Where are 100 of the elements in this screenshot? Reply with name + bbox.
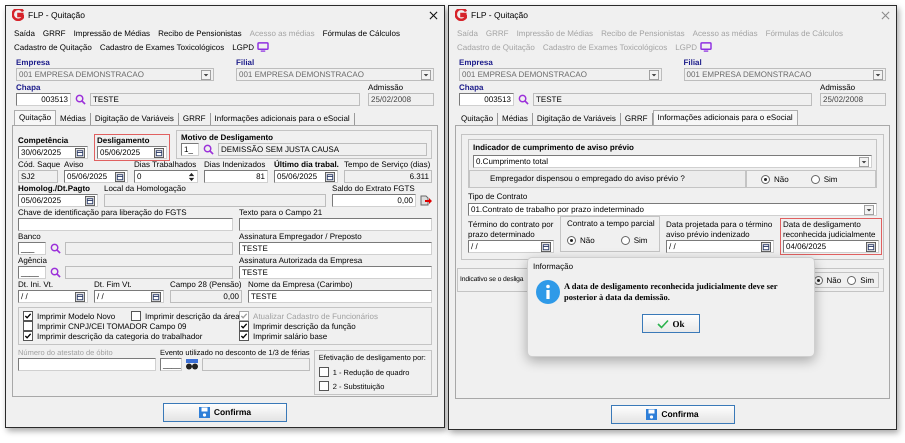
ok-button[interactable]: Ok xyxy=(642,314,700,333)
monitor-icon[interactable] xyxy=(256,42,269,52)
search-icon[interactable] xyxy=(203,144,214,155)
text-field[interactable] xyxy=(18,218,233,231)
radio-button[interactable] xyxy=(761,174,770,184)
text-field[interactable]: 0,00 xyxy=(332,194,416,207)
monitor-icon[interactable] xyxy=(700,42,712,52)
radio-button[interactable] xyxy=(620,236,630,244)
tab[interactable]: Informações adicionais para o eSocial xyxy=(652,110,798,125)
text-field[interactable]: SJ2 xyxy=(18,170,58,183)
text-field[interactable] xyxy=(65,242,233,255)
tab[interactable]: Médias xyxy=(56,113,91,125)
search-icon[interactable] xyxy=(50,267,61,278)
spin-field[interactable]: 0 xyxy=(134,170,198,183)
text-field[interactable] xyxy=(65,266,233,279)
text-field[interactable]: 003513 xyxy=(459,93,514,106)
confirm-button[interactable]: Confirma xyxy=(163,402,287,422)
spinner-arrows-icon[interactable] xyxy=(188,172,195,182)
checkbox[interactable] xyxy=(239,331,249,341)
search-icon[interactable] xyxy=(75,94,86,105)
check-icon xyxy=(657,318,670,328)
text-field[interactable] xyxy=(104,194,326,207)
dropdown[interactable]: 01.Contrato de trabalho por prazo indeterminado xyxy=(468,203,877,216)
calendar-icon[interactable] xyxy=(151,292,161,302)
radio-button[interactable] xyxy=(847,276,856,284)
date-field[interactable]: 05/06/2025 xyxy=(18,194,98,207)
dropdown[interactable]: 001 EMPRESA DEMONSTRACAO xyxy=(459,68,662,81)
text-field[interactable] xyxy=(202,358,310,371)
checkbox[interactable] xyxy=(131,311,141,321)
tab[interactable]: Digitação de Variáveis xyxy=(90,113,179,125)
close-icon[interactable] xyxy=(429,10,438,20)
tab[interactable]: Informações adicionais para o eSocial xyxy=(210,113,355,125)
menu-item[interactable]: Recibo de Pensionistas xyxy=(158,28,242,38)
calendar-icon[interactable] xyxy=(85,196,95,206)
text-field[interactable]: 6.311 xyxy=(344,170,432,183)
radio-button[interactable] xyxy=(567,236,576,244)
confirm-button[interactable]: Confirma xyxy=(610,404,734,424)
text-field[interactable]: 25/02/2008 xyxy=(820,93,886,106)
dropdown[interactable]: 001 EMPRESA DEMONSTRACAO xyxy=(16,68,214,81)
text-field[interactable] xyxy=(239,218,432,231)
calendar-icon[interactable] xyxy=(541,242,551,252)
menu-item[interactable]: Impressão de Médias xyxy=(74,28,150,38)
checkbox[interactable] xyxy=(23,311,33,321)
text-field[interactable]: ____ xyxy=(18,266,46,279)
tab[interactable]: Digitação de Variáveis xyxy=(532,113,621,125)
date-field[interactable]: 05/06/2025 xyxy=(97,146,167,159)
menu-item[interactable]: Cadastro de Quitação xyxy=(14,42,92,52)
calendar-icon[interactable] xyxy=(154,148,164,158)
text-field[interactable]: TESTE xyxy=(248,290,432,303)
text-field[interactable]: 25/02/2008 xyxy=(368,93,434,106)
binoculars-icon[interactable] xyxy=(186,359,198,370)
calendar-icon[interactable] xyxy=(75,292,85,302)
field-label: Assinatura Autorizada da Empresa xyxy=(239,256,364,266)
tab[interactable]: Médias xyxy=(498,113,533,125)
tab[interactable]: Quitação xyxy=(457,113,498,125)
text-field[interactable]: TESTE xyxy=(239,242,432,255)
text-field[interactable]: TESTE xyxy=(239,266,432,279)
menu-item[interactable]: GRRF xyxy=(42,28,66,38)
menu-item[interactable]: Fórmulas de Cálculos xyxy=(322,28,400,38)
dropdown[interactable]: 001 EMPRESA DEMONSTRACAO xyxy=(684,68,886,81)
calendar-icon[interactable] xyxy=(866,242,876,252)
text-field[interactable]: ___ xyxy=(18,242,46,255)
text-field[interactable]: TESTE xyxy=(90,93,360,106)
calendar-icon[interactable] xyxy=(325,172,335,182)
calendar-icon[interactable] xyxy=(115,172,125,182)
dropdown[interactable]: 001 EMPRESA DEMONSTRACAO xyxy=(236,68,434,81)
calendar-icon[interactable] xyxy=(75,148,85,158)
dropdown[interactable]: 0.Cumprimento total xyxy=(473,155,872,168)
search-icon[interactable] xyxy=(50,243,61,254)
menu-item[interactable]: Saída xyxy=(14,28,35,38)
checkbox[interactable] xyxy=(318,381,329,391)
export-icon[interactable] xyxy=(420,195,432,206)
menu-item[interactable]: Cadastro de Exames Toxicológicos xyxy=(100,42,224,52)
date-field[interactable]: / / xyxy=(468,240,554,253)
date-field[interactable]: 30/06/2025 xyxy=(18,146,88,159)
checkbox[interactable] xyxy=(23,321,33,331)
text-field[interactable]: 81 xyxy=(204,170,268,183)
text-field[interactable]: DEMISSÃO SEM JUSTA CAUSA xyxy=(218,143,427,156)
calendar-icon[interactable] xyxy=(761,242,771,252)
text-field[interactable]: ____ xyxy=(160,358,182,371)
date-field[interactable]: 05/06/2025 xyxy=(64,170,128,183)
tab[interactable]: Quitação xyxy=(14,110,56,125)
text-field[interactable] xyxy=(18,358,156,371)
text-field[interactable]: 1_ xyxy=(181,143,199,156)
group-title: Contrato a tempo parcial xyxy=(567,219,653,229)
menu-item[interactable]: LGPD xyxy=(232,42,254,52)
checkbox[interactable] xyxy=(239,321,249,331)
text-field[interactable]: 003513 xyxy=(16,93,71,106)
date-field[interactable]: / / xyxy=(666,240,774,253)
date-field[interactable]: / / xyxy=(94,290,164,303)
checkbox[interactable] xyxy=(318,367,329,377)
date-field[interactable]: 04/06/2025 xyxy=(783,240,879,253)
date-field[interactable]: / / xyxy=(18,290,88,303)
tab[interactable]: GRRF xyxy=(178,113,211,125)
date-field[interactable]: 05/06/2025 xyxy=(274,170,338,183)
search-icon[interactable] xyxy=(518,94,529,105)
checkbox[interactable] xyxy=(23,331,33,341)
text-field[interactable]: TESTE xyxy=(533,93,812,106)
text-field[interactable]: 0,00 xyxy=(170,290,242,303)
radio-button[interactable] xyxy=(810,174,820,184)
